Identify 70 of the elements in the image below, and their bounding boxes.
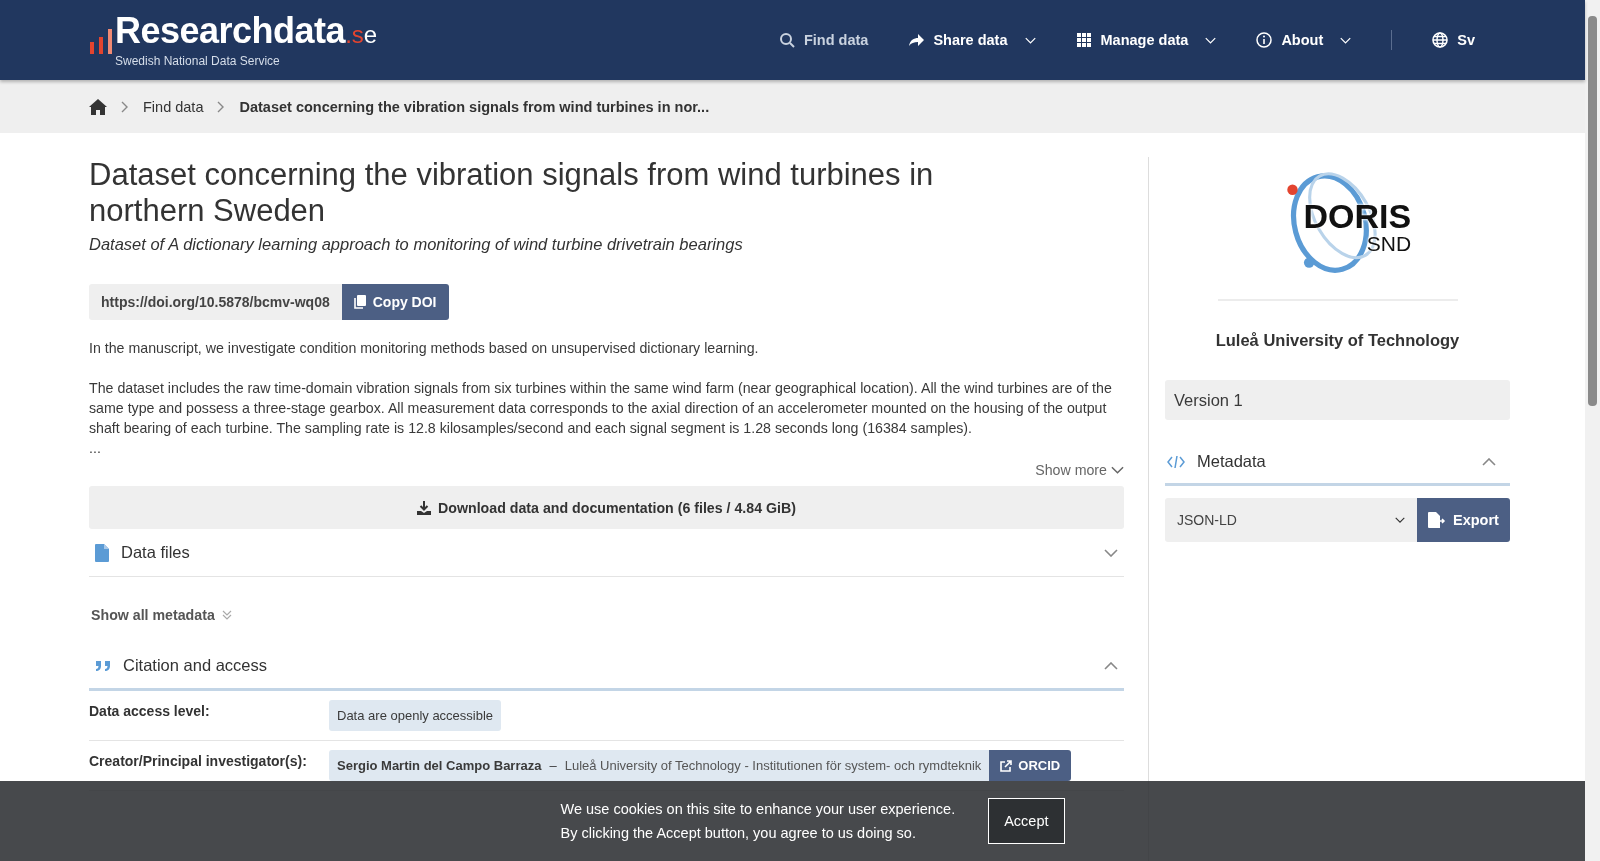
person-affiliation: Luleå University of Technology - Institutionen för system- och rymdteknik [564,758,982,773]
orcid-button[interactable]: ORCID [989,750,1072,781]
breadcrumb-link[interactable]: Find data [143,98,204,115]
language-link[interactable]: Sv [1432,32,1475,48]
site-logo[interactable]: Researchdata.se Swedish National Data Service [89,12,378,68]
grid-icon [1075,32,1092,48]
export-button[interactable]: Export [1417,498,1510,542]
doi-link[interactable]: https://doi.org/10.5878/bcmv-wq08 [89,284,342,320]
file-export-icon [1428,512,1447,528]
chevron-down-icon [1104,548,1118,557]
double-chevron-down-icon [221,610,232,620]
nav-link[interactable]: Manage data [1075,32,1217,48]
globe-icon [1432,32,1449,48]
version-label: Version 1 [1165,380,1510,420]
nav-link[interactable]: About [1256,32,1352,48]
logo-wordmark: Researchdata [115,12,346,49]
section-title: Citation and access [123,656,268,675]
scrollbar-thumb[interactable] [1588,16,1597,406]
show-more-link[interactable]: Show more [1035,462,1124,478]
format-select[interactable]: JSON-LD [1165,498,1417,542]
organization-name: Luleå University of Technology [1214,331,1461,350]
accordion-header[interactable]: Metadata [1165,440,1510,486]
download-button[interactable]: Download data and documentation (6 files / 4.84 GiB) [89,486,1124,529]
share-arrow-icon [908,32,925,48]
bar-chart-icon [89,27,113,54]
dataset-subtitle: Dataset of A dictionary learning approach to monitoring of wind turbine drivetrain bearings [89,235,744,254]
field-label: Creator/Principal investigator(s): [89,752,308,771]
cookie-message: We use cookies on this site to enhance your user experience. [560,800,956,819]
breadcrumb-current: Dataset concerning the vibration signals from wind turbines in nor... [239,98,710,115]
dataset-title: Dataset concerning the vibration signals from wind turbines in northern Sweden [89,157,935,229]
chevron-right-icon [121,100,129,113]
chevron-right-icon [217,100,226,113]
logo-suffix: .se [345,20,378,50]
nav-link[interactable]: Share data [908,32,1036,48]
cookie-message: By clicking the Accept button, you agree to us doing so. [560,824,917,843]
home-icon [89,98,107,115]
accordion-header[interactable]: Citation and access [89,643,1124,691]
quote-icon [95,659,111,672]
nav-link[interactable]: Find data [778,32,869,48]
chevron-down-icon [1111,466,1124,474]
chevron-down-icon [1395,517,1405,523]
field-label: Data access level: [89,702,211,721]
description-text: ... [89,439,102,458]
doris-subtitle: SND [1366,233,1412,254]
copy-doi-button[interactable]: Copy DOI [341,284,449,320]
description-text: The dataset includes the raw time-domain vibration signals from six turbines within the same wind farm (near geographical location). All the wind turbines are of the same type and possess a three-stage gearbox. All measurement data corresponds to the axial direction of an accelerometer mounted on the housing of the output shaft bearing of each turbine. The sampling rate is 12.8 kilosamples/second and each signal segment is 1.28 seconds long (16384 samples). [89,379,1113,438]
copy-icon [353,295,366,309]
section-title: Data files [121,543,191,562]
access-tag: Data are openly accessible [329,700,502,731]
accordion-header[interactable]: Data files [89,529,1124,577]
chevron-down-icon [1340,36,1352,44]
scrollbar[interactable] [1585,0,1600,861]
external-link-icon [1000,759,1013,772]
dash-separator: – [549,758,557,773]
chevron-up-icon [1482,457,1496,466]
description-text: In the manuscript, we investigate condition monitoring methods based on unsupervised dictionary learning. [89,339,760,358]
chevron-down-icon [1205,36,1217,44]
home-link[interactable] [89,98,107,115]
search-icon [778,32,795,48]
file-icon [95,543,109,562]
section-title: Metadata [1197,452,1267,471]
chevron-down-icon [1024,36,1036,44]
person-name: Sergio Martin del Campo Barraza [337,758,542,773]
download-icon [417,500,432,515]
show-all-metadata-link[interactable]: Show all metadata [91,607,1124,623]
code-icon [1167,455,1185,468]
info-icon [1256,32,1273,48]
logo-tagline: Swedish National Data Service [115,53,281,68]
accept-button[interactable]: Accept [988,798,1065,844]
chevron-up-icon [1104,661,1118,670]
